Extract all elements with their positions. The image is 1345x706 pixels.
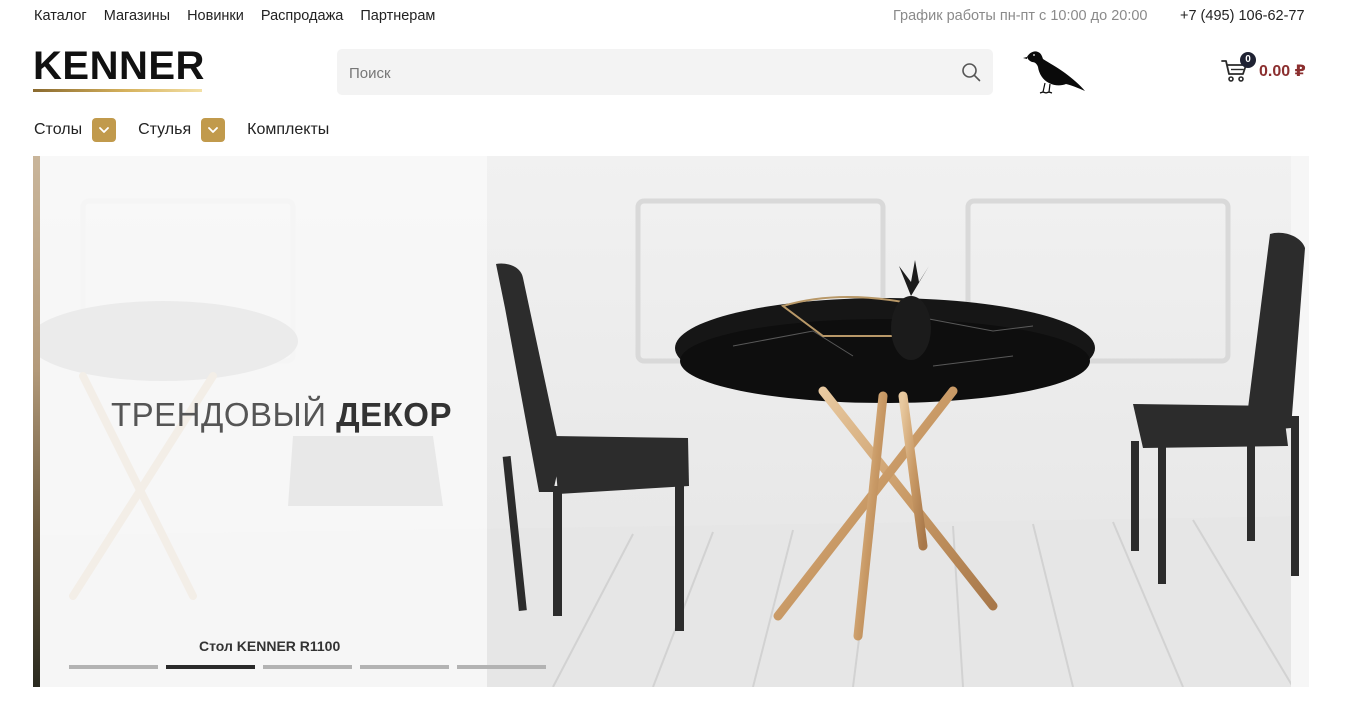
category-tables[interactable]: Столы	[34, 118, 117, 142]
slide-caption[interactable]: Стол KENNER R1100	[199, 638, 340, 654]
banner-left-edge	[33, 156, 40, 687]
search-input[interactable]	[347, 49, 951, 97]
slider-dot-2[interactable]	[166, 665, 255, 669]
headline-light: ТРЕНДОВЫЙ	[111, 396, 337, 433]
cart-button[interactable]: 0 0.00 ₽	[1221, 52, 1311, 87]
work-schedule: График работы пн-пт с 10:00 до 20:00	[893, 8, 1148, 24]
banner-headline: ТРЕНДОВЫЙ ДЕКОР	[111, 396, 452, 434]
slider-dot-1[interactable]	[69, 665, 158, 669]
category-label: Столы	[34, 121, 83, 138]
search-box	[337, 49, 993, 97]
headline-bold: ДЕКОР	[336, 396, 452, 433]
phone-link[interactable]: +7 (495) 106-62-77	[1180, 8, 1305, 24]
slider-dot-4[interactable]	[360, 665, 449, 669]
cart-total: 0.00 ₽	[1259, 63, 1306, 80]
slider-dot-5[interactable]	[457, 665, 546, 669]
slider-pagination	[69, 665, 546, 669]
hero-banner[interactable]: ТРЕНДОВЫЙ ДЕКОР Стол KENNER R1100	[33, 156, 1309, 687]
category-sets[interactable]: Комплекты	[247, 121, 329, 139]
chevron-down-icon[interactable]	[201, 118, 226, 142]
category-nav: Столы Стулья Комплекты	[34, 118, 351, 142]
slider-dot-3[interactable]	[263, 665, 352, 669]
top-bar: Каталог Магазины Новинки Распродажа Парт…	[0, 0, 1345, 34]
bird-icon	[1023, 51, 1085, 94]
category-chairs[interactable]: Стулья	[138, 118, 226, 142]
nav-link-catalog[interactable]: Каталог	[34, 8, 87, 24]
nav-link-sale[interactable]: Распродажа	[261, 8, 343, 24]
category-label: Комплекты	[247, 121, 330, 138]
category-label: Стулья	[138, 121, 192, 138]
nav-link-new[interactable]: Новинки	[187, 8, 244, 24]
nav-link-partners[interactable]: Партнерам	[360, 8, 435, 24]
logo-text: KENNER	[33, 44, 205, 88]
top-nav: Каталог Магазины Новинки Распродажа Парт…	[34, 8, 435, 24]
cart-count-badge: 0	[1240, 52, 1256, 68]
chevron-down-icon[interactable]	[92, 118, 117, 142]
logo-underline	[33, 89, 202, 92]
search-icon[interactable]	[961, 62, 981, 82]
logo[interactable]: KENNER	[33, 44, 205, 94]
nav-link-stores[interactable]: Магазины	[104, 8, 170, 24]
